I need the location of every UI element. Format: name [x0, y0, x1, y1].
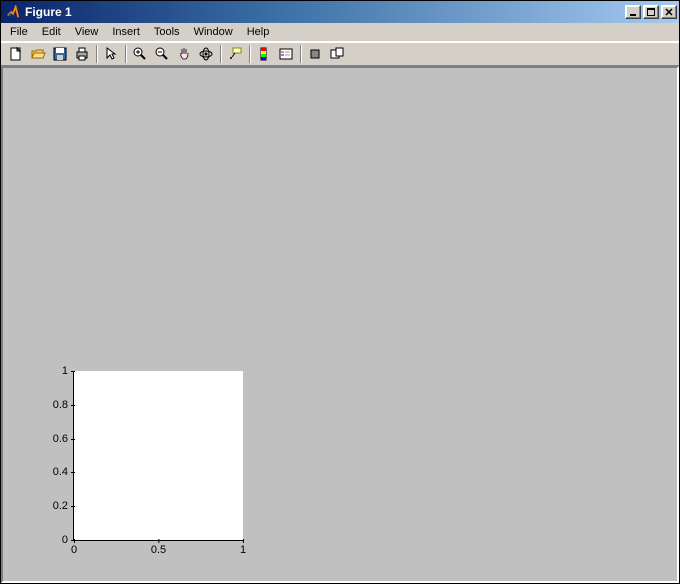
- y-tick-label: 0.2: [53, 500, 74, 512]
- window-title: Figure 1: [25, 5, 623, 19]
- toolbar: [1, 42, 679, 66]
- menubar: File Edit View Insert Tools Window Help: [1, 23, 679, 42]
- close-button[interactable]: [661, 5, 677, 19]
- open-file-button[interactable]: [27, 44, 49, 64]
- pan-button[interactable]: [173, 44, 195, 64]
- menu-tools[interactable]: Tools: [147, 24, 187, 40]
- y-tick-label: 1: [62, 365, 74, 377]
- matlab-icon: [5, 4, 21, 20]
- insert-legend-button[interactable]: [275, 44, 297, 64]
- x-tick-label: 0.5: [151, 540, 166, 556]
- insert-colorbar-button[interactable]: [253, 44, 275, 64]
- rotate-3d-button[interactable]: [195, 44, 217, 64]
- axes[interactable]: 00.20.40.60.8100.51: [73, 371, 243, 541]
- figure-canvas[interactable]: 00.20.40.60.8100.51: [1, 66, 679, 583]
- data-cursor-button[interactable]: [224, 44, 246, 64]
- toolbar-separator: [96, 45, 97, 63]
- save-figure-button[interactable]: [49, 44, 71, 64]
- y-tick-label: 0.4: [53, 466, 74, 478]
- toolbar-separator: [125, 45, 126, 63]
- toolbar-separator: [220, 45, 221, 63]
- toolbar-separator: [300, 45, 301, 63]
- titlebar[interactable]: Figure 1: [1, 1, 679, 23]
- y-tick-label: 0.6: [53, 433, 74, 445]
- toolbar-separator: [249, 45, 250, 63]
- menu-window[interactable]: Window: [187, 24, 240, 40]
- menu-edit[interactable]: Edit: [35, 24, 68, 40]
- zoom-out-button[interactable]: [151, 44, 173, 64]
- menu-help[interactable]: Help: [240, 24, 277, 40]
- y-tick-label: 0.8: [53, 399, 74, 411]
- menu-insert[interactable]: Insert: [105, 24, 147, 40]
- print-figure-button[interactable]: [71, 44, 93, 64]
- figure-window: Figure 1 File Edit View Insert Tools Win…: [0, 0, 680, 584]
- minimize-button[interactable]: [625, 5, 641, 19]
- new-figure-button[interactable]: [5, 44, 27, 64]
- menu-file[interactable]: File: [3, 24, 35, 40]
- hide-plot-tools-button[interactable]: [304, 44, 326, 64]
- show-plot-tools-button[interactable]: [326, 44, 348, 64]
- x-tick-label: 0: [71, 540, 77, 556]
- menu-view[interactable]: View: [68, 24, 106, 40]
- maximize-button[interactable]: [643, 5, 659, 19]
- edit-plot-button[interactable]: [100, 44, 122, 64]
- zoom-in-button[interactable]: [129, 44, 151, 64]
- x-tick-label: 1: [240, 540, 246, 556]
